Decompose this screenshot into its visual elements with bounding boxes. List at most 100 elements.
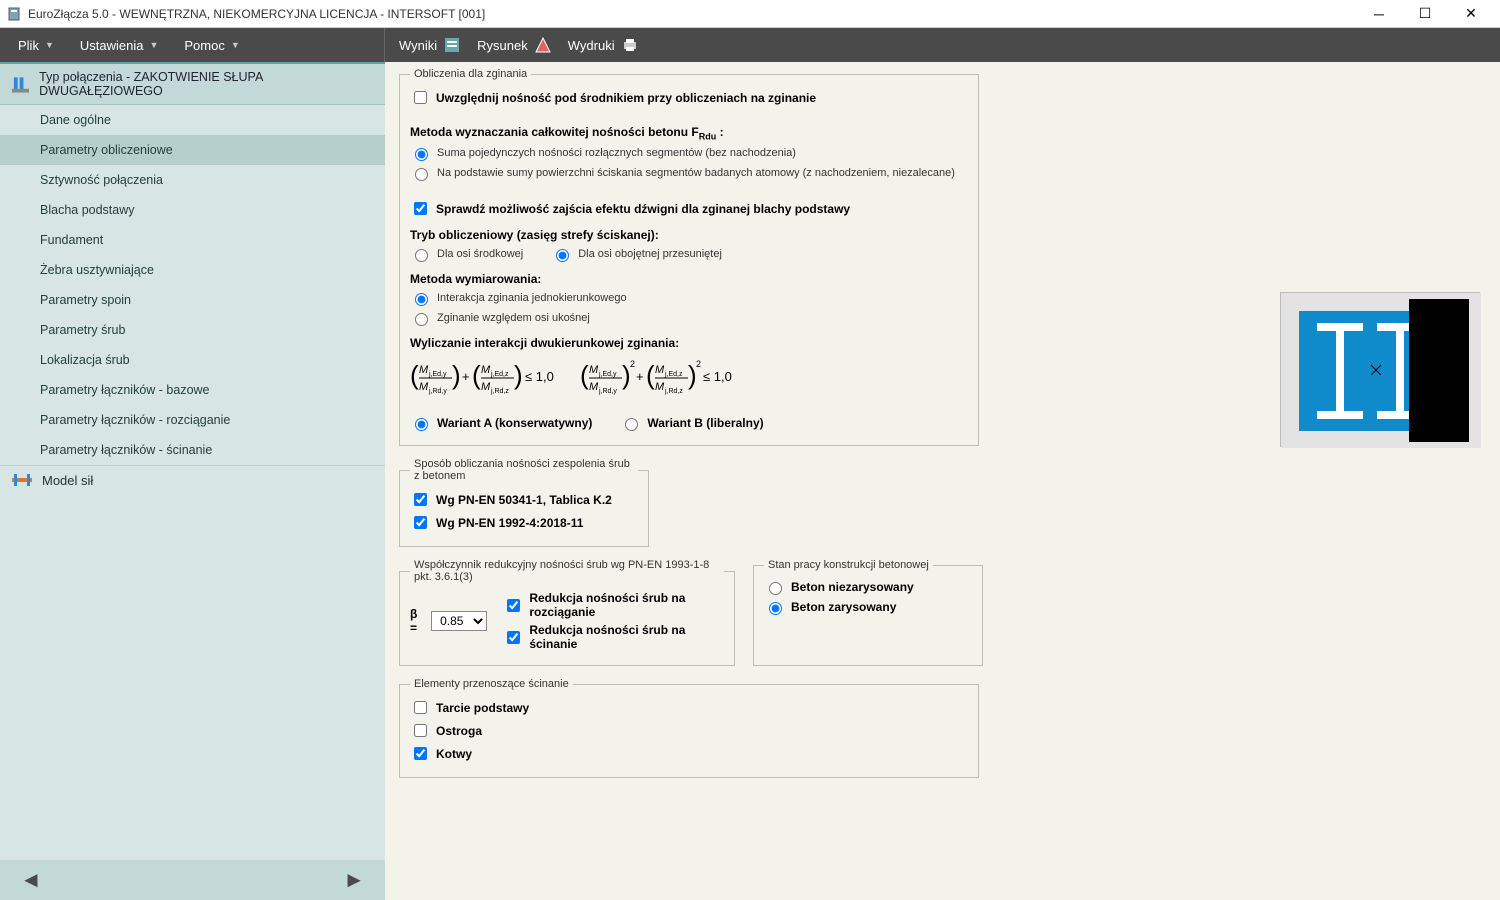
group-title: Obliczenia dla zginania [410, 68, 531, 80]
svg-text:M: M [419, 364, 429, 376]
sidebar-item[interactable]: Blacha podstawy [0, 195, 385, 225]
sidebar-nav: ◄ ► [0, 860, 385, 900]
svg-text:M: M [655, 381, 665, 393]
svg-text:j,Rd,y: j,Rd,y [428, 388, 447, 395]
menu-plik[interactable]: Plik▼ [10, 34, 62, 57]
svg-text:j,Ed,z: j,Ed,z [490, 371, 509, 378]
svg-text:M: M [419, 381, 429, 393]
group-title: Stan pracy konstrukcji betonowej [764, 559, 933, 571]
sidebar-item[interactable]: Parametry łączników - bazowe [0, 375, 385, 405]
sidebar-item[interactable]: Sztywność połączenia [0, 165, 385, 195]
svg-text:(: ( [410, 360, 419, 390]
svg-text:M: M [589, 364, 599, 376]
print-icon [621, 36, 639, 54]
group-stan-pracy-betonu: Stan pracy konstrukcji betonowej Beton n… [753, 559, 983, 666]
content-panel: Obliczenia dla zginania Uwzględnij nośno… [385, 62, 1500, 900]
sidebar: Typ połączenia - ZAKOTWIENIE SŁUPA DWUGA… [0, 62, 385, 900]
radio-interakcja-jednokierunkowa[interactable]: Interakcja zginania jednokierunkowego [410, 290, 968, 306]
sidebar-item[interactable]: Dane ogólne [0, 105, 385, 135]
sidebar-header[interactable]: Typ połączenia - ZAKOTWIENIE SŁUPA DWUGA… [0, 62, 385, 105]
sidebar-item[interactable]: Parametry obliczeniowe [0, 135, 385, 165]
radio-wariant-a[interactable]: Wariant A (konserwatywny) [410, 415, 592, 431]
radio-wariant-b[interactable]: Wariant B (liberalny) [620, 415, 763, 431]
results-icon [443, 36, 461, 54]
svg-text:2: 2 [696, 359, 701, 369]
nav-prev-button[interactable]: ◄ [20, 867, 42, 893]
radio-os-obojetna[interactable]: Dla osi obojętnej przesuniętej [551, 246, 722, 262]
sidebar-item[interactable]: Lokalizacja śrub [0, 345, 385, 375]
group-title: Elementy przenoszące ścinanie [410, 678, 573, 690]
model-forces-icon [12, 472, 32, 488]
svg-text:j,Ed,y: j,Ed,y [598, 371, 617, 378]
svg-text:M: M [481, 364, 491, 376]
sidebar-section-model-sil[interactable]: Model sił [0, 465, 385, 494]
sidebar-item[interactable]: Parametry spoin [0, 285, 385, 315]
svg-text:(: ( [472, 360, 481, 390]
checkbox-ostroga[interactable]: Ostroga [410, 721, 968, 740]
toolbar-wydruki[interactable]: Wydruki [564, 32, 643, 58]
svg-text:≤ 1,0: ≤ 1,0 [525, 369, 554, 384]
menu-ustawienia[interactable]: Ustawienia▼ [72, 34, 167, 57]
radio-suma-pojedynczych[interactable]: Suma pojedynczych nośności rozłącznych s… [410, 145, 968, 161]
checkbox-kotwy[interactable]: Kotwy [410, 744, 968, 763]
chevron-down-icon: ▼ [45, 40, 54, 50]
svg-text:M: M [655, 364, 665, 376]
group-title: Sposób obliczania nośności zespolenia śr… [410, 458, 638, 482]
radio-beton-niezarysowany[interactable]: Beton niezarysowany [764, 579, 972, 595]
sidebar-item[interactable]: Parametry śrub [0, 315, 385, 345]
interaction-formula: ( Mj,Ed,y Mj,Rd,y ) + ( Mj,Ed,z Mj,Rd,z … [410, 356, 968, 405]
group-title: Współczynnik redukcyjny nośności śrub wg… [410, 559, 724, 583]
maximize-button[interactable]: ☐ [1402, 0, 1448, 28]
checkbox-tarcie-podstawy[interactable]: Tarcie podstawy [410, 698, 968, 717]
window-title: EuroZłącza 5.0 - WEWNĘTRZNA, NIEKOMERCYJ… [28, 7, 1356, 21]
minimize-button[interactable]: ─ [1356, 0, 1402, 28]
svg-text:j,Rd,y: j,Rd,y [598, 388, 617, 395]
beta-select[interactable]: 0.85 [431, 611, 487, 631]
svg-text:j,Ed,y: j,Ed,y [428, 371, 447, 378]
radio-na-podstawie-sumy[interactable]: Na podstawie sumy powierzchni ściskania … [410, 165, 968, 181]
radio-beton-zarysowany[interactable]: Beton zarysowany [764, 599, 972, 615]
heading-metoda-wymiarowania: Metoda wymiarowania: [410, 272, 968, 286]
sidebar-list: Dane ogólneParametry obliczenioweSztywno… [0, 105, 385, 465]
nav-next-button[interactable]: ► [343, 867, 365, 893]
window-controls: ─ ☐ ✕ [1356, 0, 1494, 28]
sidebar-item[interactable]: Fundament [0, 225, 385, 255]
svg-text:): ) [514, 360, 523, 390]
sidebar-header-text: Typ połączenia - ZAKOTWIENIE SŁUPA DWUGA… [39, 70, 373, 98]
menu-pomoc[interactable]: Pomoc▼ [176, 34, 247, 57]
svg-text:): ) [452, 360, 461, 390]
svg-text:≤ 1,0: ≤ 1,0 [703, 369, 732, 384]
svg-text:+: + [636, 369, 644, 384]
svg-text:j,Ed,z: j,Ed,z [664, 371, 683, 378]
checkbox-efekt-dzwigni[interactable]: Sprawdź możliwość zajścia efektu dźwigni… [410, 199, 968, 218]
heading-metoda-wyznaczania: Metoda wyznaczania całkowitej nośności b… [410, 125, 968, 141]
heading-interakcja-dwukierunkowa: Wyliczanie interakcji dwukierunkowej zgi… [410, 336, 968, 350]
toolbar-wyniki[interactable]: Wyniki [395, 32, 465, 58]
checkbox-redukcja-scinanie[interactable]: Redukcja nośności śrub na ścinanie [503, 623, 724, 651]
close-button[interactable]: ✕ [1448, 0, 1494, 28]
sidebar-item[interactable]: Parametry łączników - ścinanie [0, 435, 385, 465]
sidebar-item[interactable]: Żebra usztywniające [0, 255, 385, 285]
titlebar: EuroZłącza 5.0 - WEWNĘTRZNA, NIEKOMERCYJ… [0, 0, 1500, 28]
group-sposob-obliczania-zespolenia: Sposób obliczania nośności zespolenia śr… [399, 458, 649, 547]
group-wspolczynnik-redukcyjny: Współczynnik redukcyjny nośności śrub wg… [399, 559, 735, 666]
svg-text:j,Rd,z: j,Rd,z [490, 388, 509, 395]
sidebar-item[interactable]: Parametry łączników - rozciąganie [0, 405, 385, 435]
chevron-down-icon: ▼ [231, 40, 240, 50]
checkbox-uwzglednij-nosnosc[interactable]: Uwzględnij nośność pod środnikiem przy o… [410, 88, 968, 107]
app-icon [6, 6, 22, 22]
drawing-icon [534, 36, 552, 54]
menubar: Plik▼ Ustawienia▼ Pomoc▼ Wyniki Rysunek … [0, 28, 1500, 62]
checkbox-pn-en-1992-4[interactable]: Wg PN-EN 1992-4:2018-11 [410, 513, 638, 532]
radio-zginanie-ukosne[interactable]: Zginanie względem osi ukośnej [410, 310, 968, 326]
svg-text:(: ( [580, 360, 589, 390]
toolbar-rysunek[interactable]: Rysunek [473, 32, 556, 58]
beta-label: β = [410, 607, 425, 635]
svg-text:j,Rd,z: j,Rd,z [664, 388, 683, 395]
checkbox-redukcja-rozciaganie[interactable]: Redukcja nośności śrub na rozciąganie [503, 591, 724, 619]
svg-text:M: M [589, 381, 599, 393]
chevron-down-icon: ▼ [149, 40, 158, 50]
checkbox-pn-en-50341[interactable]: Wg PN-EN 50341-1, Tablica K.2 [410, 490, 638, 509]
heading-tryb-obliczeniowy: Tryb obliczeniowy (zasięg strefy ściskan… [410, 228, 968, 242]
radio-os-srodkowa[interactable]: Dla osi środkowej [410, 246, 523, 262]
